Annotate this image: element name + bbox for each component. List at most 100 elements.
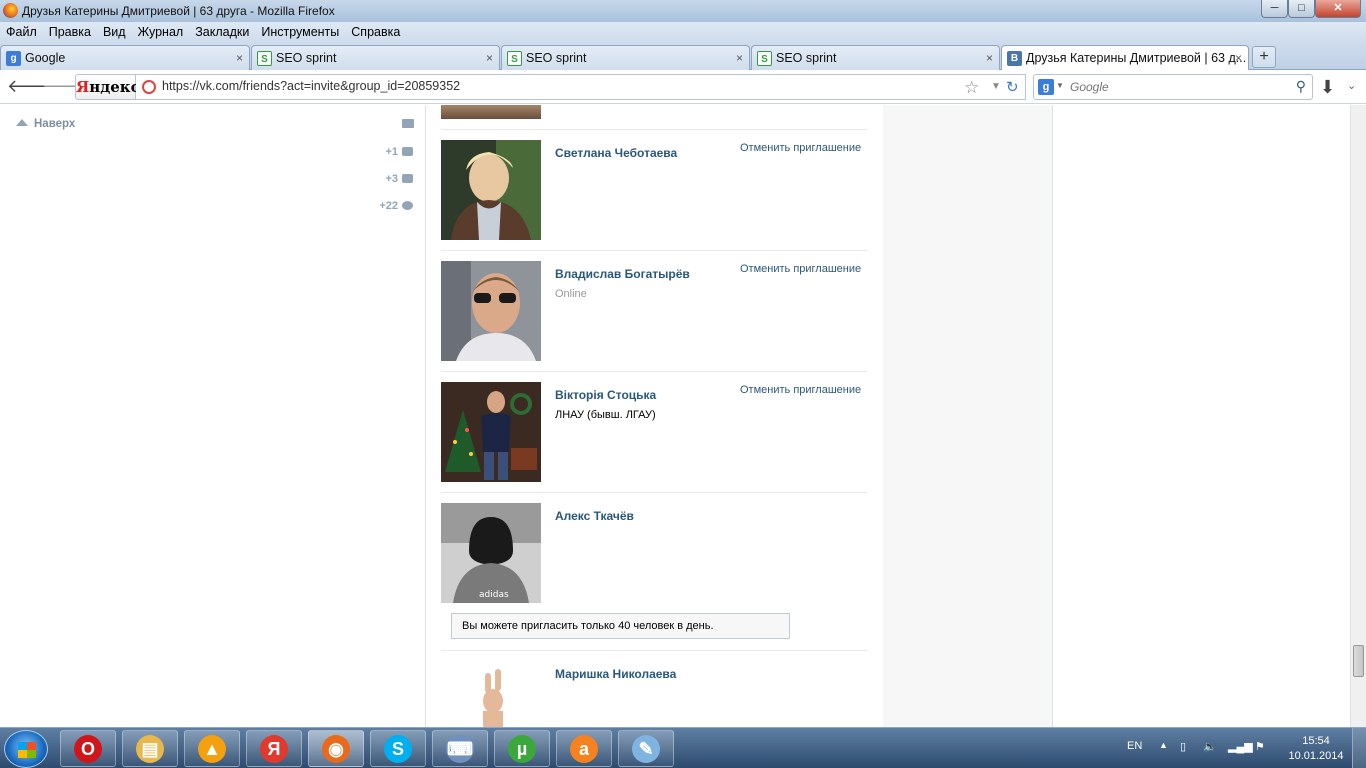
volume-icon[interactable]: 🔈 xyxy=(1203,740,1217,753)
menu-file[interactable]: Файл xyxy=(0,22,43,39)
mail-icon[interactable] xyxy=(402,119,414,128)
new-tab-button[interactable]: + xyxy=(1252,46,1276,68)
forward-icon[interactable]: 🡒 xyxy=(42,77,90,97)
action-center-flag-icon[interactable]: ⚑ xyxy=(1255,740,1265,753)
firefox-icon xyxy=(3,3,18,18)
seo-sprint-icon: S xyxy=(257,51,272,66)
cancel-invite-link[interactable]: Отменить приглашение xyxy=(740,142,861,154)
download-icon[interactable]: ⬇ xyxy=(1320,77,1335,98)
google-engine-icon[interactable]: g xyxy=(1038,79,1054,95)
taskbar-firefox-button[interactable]: ◉ xyxy=(308,730,364,767)
clock-time: 15:54 xyxy=(1302,735,1330,747)
search-box[interactable]: g ▼ ⚲ xyxy=(1033,74,1313,100)
scrollbar-thumb[interactable] xyxy=(1353,645,1364,677)
taskbar-opera-button[interactable]: O xyxy=(60,730,116,767)
tab-close-icon[interactable]: × xyxy=(986,51,993,65)
cancel-invite-link[interactable]: Отменить приглашение xyxy=(740,263,861,275)
tab-close-icon[interactable]: × xyxy=(736,51,743,65)
minimize-button[interactable]: ─ xyxy=(1261,0,1288,18)
language-indicator[interactable]: EN xyxy=(1127,740,1142,752)
url-input[interactable] xyxy=(162,79,942,93)
network-icon[interactable]: ▂▄▆ xyxy=(1228,740,1253,753)
window-titlebar: Друзья Катерины Дмитриевой | 63 друга - … xyxy=(0,0,1366,22)
aimp-icon: ▲ xyxy=(198,735,226,763)
taskbar-yandex-browser-button[interactable]: Я xyxy=(246,730,302,767)
back-icon[interactable]: 🡐 xyxy=(7,77,55,97)
comments-counter[interactable]: +3 xyxy=(385,173,413,185)
person-name-link[interactable]: Владислав Богатырёв xyxy=(555,267,690,281)
menu-bookmarks[interactable]: Закладки xyxy=(189,22,255,39)
bookmark-star-icon[interactable]: ☆ xyxy=(964,78,979,98)
avast-icon: a xyxy=(570,735,598,763)
menu-view[interactable]: Вид xyxy=(97,22,132,39)
page-content: Наверх +1 +3 +22 Светлана Чеботаева Отме… xyxy=(0,105,1366,727)
search-icon[interactable]: ⚲ xyxy=(1296,78,1306,95)
yandex-logo[interactable]: Яндекс xyxy=(75,74,140,100)
taskbar-skype-button[interactable]: S xyxy=(370,730,426,767)
taskbar-notepad-button[interactable]: ✎ xyxy=(618,730,674,767)
reload-icon[interactable]: ↻ xyxy=(1006,78,1019,96)
taskbar-utorrent-button[interactable]: µ xyxy=(494,730,550,767)
scroll-to-top-label: Наверх xyxy=(34,118,76,130)
tab-close-icon[interactable]: × xyxy=(236,51,243,65)
search-input[interactable] xyxy=(1070,80,1290,94)
maximize-button[interactable]: □ xyxy=(1288,0,1315,18)
person-photo[interactable] xyxy=(441,661,541,727)
vk-icon: В xyxy=(1007,51,1022,66)
tab-close-icon[interactable]: × xyxy=(1235,51,1242,65)
divider xyxy=(441,250,867,251)
taskbar-explorer-button[interactable]: ▤ xyxy=(122,730,178,767)
start-button[interactable] xyxy=(4,730,48,768)
tab-vk-friends[interactable]: В Друзья Катерины Дмитриевой | 63 д... × xyxy=(1001,45,1249,71)
person-name-link[interactable]: Алекс Ткачёв xyxy=(555,509,634,523)
tab-seo-sprint-1[interactable]: S SEO sprint × xyxy=(251,45,500,70)
arrow-up-icon xyxy=(16,119,28,126)
online-status: Online xyxy=(555,288,587,300)
tab-google[interactable]: g Google × xyxy=(0,45,250,70)
taskbar-aimp-button[interactable]: ▲ xyxy=(184,730,240,767)
comment-icon xyxy=(402,174,413,183)
tab-close-icon[interactable]: × xyxy=(486,51,493,65)
person-photo[interactable] xyxy=(441,140,541,240)
tab-label: Друзья Катерины Дмитриевой | 63 д... xyxy=(1026,51,1247,65)
scroll-to-top-link[interactable]: Наверх xyxy=(16,118,75,130)
engine-dropdown-icon[interactable]: ▼ xyxy=(1056,81,1064,90)
person-name-link[interactable]: Вікторія Стоцька xyxy=(555,388,656,402)
person-name-link[interactable]: Маришка Николаева xyxy=(555,667,676,681)
friends-counter[interactable]: +1 xyxy=(385,146,413,158)
address-bar[interactable]: ☆ ▼ ↻ xyxy=(136,74,1026,100)
person-photo[interactable]: adidas xyxy=(441,503,541,603)
site-identity-icon[interactable] xyxy=(142,80,156,94)
comments-count: +3 xyxy=(385,173,398,185)
menu-edit[interactable]: Правка xyxy=(43,22,97,39)
notepad-icon: ✎ xyxy=(632,735,660,763)
education-text: ЛНАУ (бывш. ЛГАУ) xyxy=(555,409,656,421)
close-window-button[interactable]: ✕ xyxy=(1315,0,1361,18)
menu-history[interactable]: Журнал xyxy=(132,22,190,39)
vertical-scrollbar[interactable] xyxy=(1350,105,1366,727)
taskbar-avast-button[interactable]: a xyxy=(556,730,612,767)
person-name-link[interactable]: Светлана Чеботаева xyxy=(555,146,677,160)
person-photo[interactable] xyxy=(441,382,541,482)
show-desktop-button[interactable] xyxy=(1352,728,1366,768)
overflow-menu-icon[interactable]: ⌄ xyxy=(1347,79,1356,92)
person-photo-partial[interactable] xyxy=(441,105,541,119)
device-icon[interactable]: ▯ xyxy=(1180,740,1186,753)
notifications-counter[interactable]: +22 xyxy=(379,200,413,212)
taskbar-keyboard-button[interactable]: ⌨ xyxy=(432,730,488,767)
yandex-logo-letter: Я xyxy=(76,78,90,96)
history-dropdown-icon[interactable]: ▼ xyxy=(991,81,1001,92)
tab-seo-sprint-2[interactable]: S SEO sprint × xyxy=(501,45,750,70)
cancel-invite-link[interactable]: Отменить приглашение xyxy=(740,384,861,396)
window-title: Друзья Катерины Дмитриевой | 63 друга - … xyxy=(22,4,335,18)
yandex-browser-icon: Я xyxy=(260,735,288,763)
person-photo[interactable] xyxy=(441,261,541,361)
tab-seo-sprint-3[interactable]: S SEO sprint × xyxy=(751,45,1000,70)
menu-help[interactable]: Справка xyxy=(345,22,406,39)
gear-icon xyxy=(402,201,413,210)
page-margin xyxy=(1054,105,1350,727)
show-hidden-icons-icon[interactable]: ▲ xyxy=(1159,740,1168,750)
clock-date: 10.01.2014 xyxy=(1288,750,1344,762)
system-clock[interactable]: 15:54 10.01.2014 xyxy=(1286,734,1346,764)
menu-tools[interactable]: Инструменты xyxy=(255,22,345,39)
